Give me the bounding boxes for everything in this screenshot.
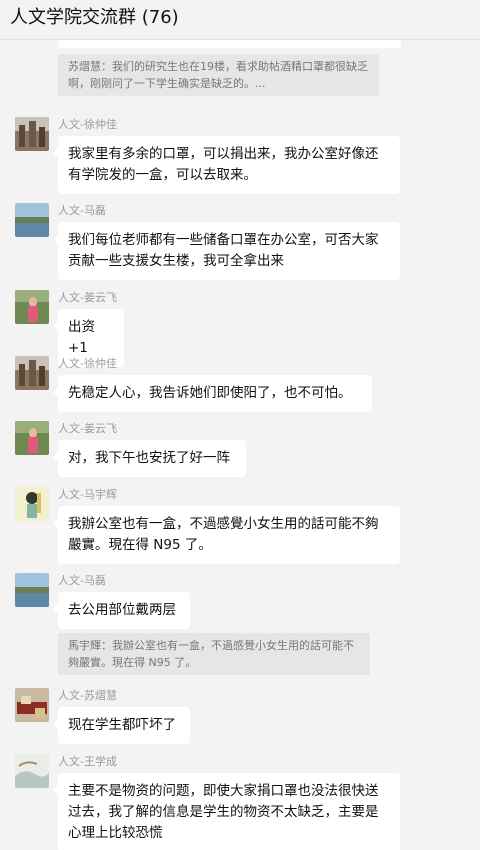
group-title: 人文学院交流群 (76) <box>10 7 179 28</box>
sender-name: 人文-马宇辉 <box>58 488 117 501</box>
sender-name: 人文-王学成 <box>58 755 117 768</box>
message-bubble[interactable]: 去公用部位戴两层 <box>53 592 190 629</box>
sender-name: 人文-徐仲佳 <box>58 357 117 370</box>
avatar[interactable] <box>15 573 49 607</box>
sender-name: 人文-姜云飞 <box>58 422 117 435</box>
sender-name: 人文-姜云飞 <box>58 291 117 304</box>
chat-header: 人文学院交流群 (76) <box>0 0 480 40</box>
avatar[interactable] <box>15 203 49 237</box>
message-list[interactable]: 苏熠慧：我们的研究生也在19楼，看求助帖酒精口罩都很缺乏啊，刚刚问了一下学生确实… <box>0 40 480 850</box>
message-bubble[interactable]: 先稳定人心，我告诉她们即使阳了，也不可怕。 <box>53 375 372 412</box>
partial-message-bubble[interactable] <box>58 40 401 48</box>
avatar[interactable] <box>15 117 49 151</box>
avatar[interactable] <box>15 754 49 788</box>
message-bubble[interactable]: 我家里有多余的口罩，可以捐出来，我办公室好像还有学院发的一盒，可以去取来。 <box>53 136 400 194</box>
avatar[interactable] <box>15 356 49 390</box>
avatar[interactable] <box>15 421 49 455</box>
message-bubble[interactable]: 我辦公室也有一盒，不過感覺小女生用的話可能不夠嚴實。現在得 N95 了。 <box>53 506 400 564</box>
avatar[interactable] <box>15 290 49 324</box>
message-bubble[interactable]: 主要不是物资的问题，即使大家捐口罩也没法很快送过去，我了解的信息是学生的物资不太… <box>53 773 400 850</box>
avatar[interactable] <box>15 688 49 722</box>
quoted-message[interactable]: 苏熠慧：我们的研究生也在19楼，看求助帖酒精口罩都很缺乏啊，刚刚问了一下学生确实… <box>58 54 379 96</box>
avatar[interactable] <box>15 487 49 521</box>
message-bubble[interactable]: 对，我下午也安抚了好一阵 <box>53 440 246 477</box>
message-bubble[interactable]: 我们每位老师都有一些储备口罩在办公室，可否大家贡献一些支援女生楼，我可全拿出来 <box>53 222 400 280</box>
message-bubble[interactable]: 现在学生都吓坏了 <box>53 707 190 744</box>
sender-name: 人文-马磊 <box>58 574 106 587</box>
sender-name: 人文-马磊 <box>58 204 106 217</box>
sender-name: 人文-苏熠慧 <box>58 689 117 702</box>
quoted-message[interactable]: 馬宇輝：我辦公室也有一盒，不過感覺小女生用的話可能不夠嚴實。現在得 N95 了。 <box>58 633 370 675</box>
sender-name: 人文-徐仲佳 <box>58 118 117 131</box>
